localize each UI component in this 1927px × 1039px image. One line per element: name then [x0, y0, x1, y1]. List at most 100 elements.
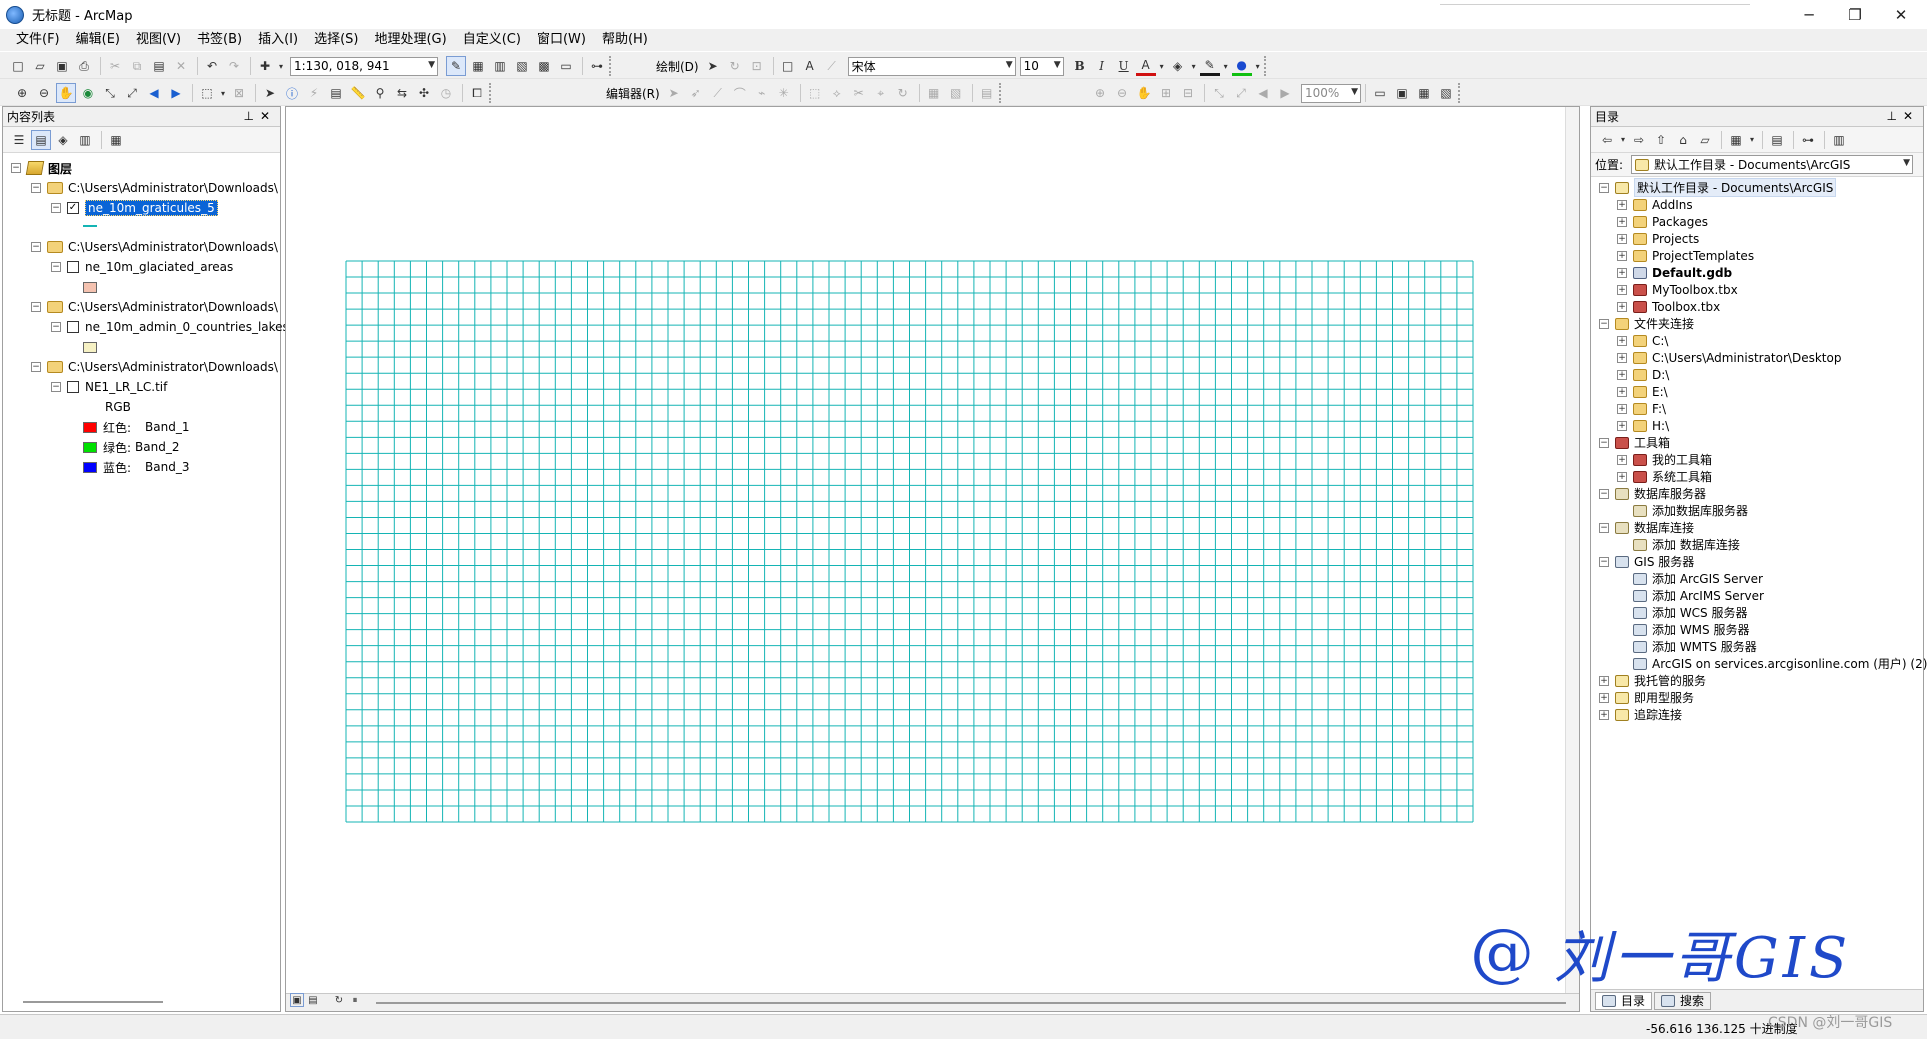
pause-drawing-icon[interactable]: ⏸	[348, 993, 362, 1007]
line-color-icon[interactable]: ✎	[1199, 56, 1220, 76]
print-icon[interactable]: ⎙	[74, 56, 94, 76]
marker-color-icon[interactable]: ●	[1231, 56, 1252, 76]
collapse-icon[interactable]: −	[31, 242, 41, 252]
graticule-layer[interactable]	[286, 107, 1566, 995]
underline-button[interactable]: U	[1114, 56, 1134, 76]
catalog-tree-item[interactable]: 添加 ArcIMS Server	[1617, 587, 1764, 604]
toc-source-row[interactable]: − C:\Users\Administrator\Downloads\	[31, 238, 278, 256]
tab-search[interactable]: 搜索	[1654, 991, 1712, 1010]
toc-symbol-row[interactable]	[83, 338, 103, 356]
menu-selection[interactable]: 选择(S)	[306, 29, 366, 51]
close-button[interactable]: ✕	[1878, 0, 1924, 29]
layer-name[interactable]: ne_10m_glaciated_areas	[85, 260, 233, 274]
expand-icon[interactable]: +	[1617, 369, 1627, 380]
panel-close-icon[interactable]: ✕	[1903, 109, 1919, 123]
full-extent-icon[interactable]: ◉	[78, 83, 98, 103]
menu-windows[interactable]: 窗口(W)	[529, 29, 594, 51]
expand-icon[interactable]: +	[1617, 233, 1627, 244]
list-by-drawing-order-icon[interactable]: ☰	[9, 130, 29, 150]
data-view-button[interactable]: ▣	[290, 993, 304, 1007]
toc-options-icon[interactable]: ▦	[106, 130, 126, 150]
layer-visibility-checkbox[interactable]	[67, 381, 79, 393]
views-icon[interactable]: ▦	[1726, 130, 1746, 150]
menu-help[interactable]: 帮助(H)	[594, 29, 656, 51]
layout-zoom-out-icon[interactable]: ⊖	[1112, 83, 1132, 103]
pin-icon[interactable]: ⊥	[243, 109, 259, 123]
font-color-icon[interactable]: A	[1135, 56, 1156, 76]
go-to-xy-icon[interactable]: ✣	[414, 83, 434, 103]
layer-name[interactable]: ne_10m_admin_0_countries_lakes	[85, 320, 289, 334]
expand-icon[interactable]: +	[1617, 284, 1627, 295]
time-slider-icon[interactable]: ◷	[436, 83, 456, 103]
copy-icon[interactable]: ⧉	[127, 56, 147, 76]
select-elements-icon[interactable]: ➤	[703, 56, 723, 76]
band-row[interactable]: 蓝色: Band_3	[83, 458, 190, 476]
editor-toolbar-toggle-icon[interactable]: ✎	[446, 56, 466, 76]
list-by-source-icon[interactable]: ▤	[31, 129, 51, 150]
catalog-tree-item[interactable]: + Projects	[1617, 230, 1699, 247]
expand-icon[interactable]: +	[1617, 420, 1627, 431]
sketch-properties-icon[interactable]: ▧	[946, 83, 966, 103]
catalog-tree-item[interactable]: + Packages	[1617, 213, 1708, 230]
catalog-tree-item[interactable]: + 追踪连接	[1599, 706, 1682, 723]
pan-icon[interactable]: ✋	[56, 83, 76, 103]
expand-icon[interactable]: +	[1617, 267, 1627, 278]
fixed-layout-zoom-out-icon[interactable]: ⤢	[1231, 83, 1251, 103]
up-one-level-icon[interactable]: ⇧	[1651, 130, 1671, 150]
expand-icon[interactable]: +	[1617, 386, 1627, 397]
catalog-tree-item[interactable]: ArcGIS on services.arcgisonline.com (用户)…	[1617, 655, 1927, 672]
toc-source-row[interactable]: − C:\Users\Administrator\Downloads\	[31, 298, 278, 316]
collapse-icon[interactable]: −	[31, 362, 41, 372]
paste-icon[interactable]: ▤	[149, 56, 169, 76]
catalog-tree-item[interactable]: + D:\	[1617, 366, 1669, 383]
band-row[interactable]: 红色: Band_1	[83, 418, 190, 436]
endpoint-arc-icon[interactable]: ⌒	[730, 83, 750, 103]
catalog-tree-item[interactable]: + C:\	[1617, 332, 1668, 349]
collapse-icon[interactable]: −	[31, 183, 41, 193]
expand-icon[interactable]: +	[1599, 692, 1609, 703]
toc-source-row[interactable]: − C:\Users\Administrator\Downloads\	[31, 358, 278, 376]
map-scale-combo[interactable]: 1:130, 018, 941 ▼	[290, 56, 438, 76]
restore-button[interactable]: ❐	[1832, 0, 1878, 29]
catalog-tree-item[interactable]: 添加 ArcGIS Server	[1617, 570, 1763, 587]
html-popup-icon[interactable]: ▤	[326, 83, 346, 103]
list-by-selection-icon[interactable]: ▥	[75, 130, 95, 150]
catalog-tree-item[interactable]: 添加 WMS 服务器	[1617, 621, 1749, 638]
expand-icon[interactable]: +	[1617, 471, 1627, 482]
layout-view-button[interactable]: ▤	[306, 993, 320, 1007]
find-route-icon[interactable]: ⇆	[392, 83, 412, 103]
catalog-tree-item[interactable]: + ProjectTemplates	[1617, 247, 1754, 264]
expand-icon[interactable]: +	[1599, 709, 1609, 720]
menu-view[interactable]: 视图(V)	[128, 29, 189, 51]
draw-menu[interactable]: 绘制(D)	[656, 58, 699, 75]
collapse-icon[interactable]: −	[1599, 556, 1609, 567]
cut-polygons-icon[interactable]: ✂	[849, 83, 869, 103]
layer-name[interactable]: NE1_LR_LC.tif	[85, 380, 167, 394]
catalog-tree-item[interactable]: + 即用型服务	[1599, 689, 1694, 706]
collapse-icon[interactable]: −	[51, 262, 61, 272]
find-icon[interactable]: ⚲	[370, 83, 390, 103]
edit-annotation-icon[interactable]: ➶	[686, 83, 706, 103]
toolbar-grip[interactable]	[998, 83, 1005, 103]
layout-zoom-in-icon[interactable]: ⊕	[1090, 83, 1110, 103]
modelbuilder-icon[interactable]: ⊶	[587, 56, 607, 76]
layer-name[interactable]: ne_10m_graticules_5	[85, 200, 218, 216]
toggle-draft-mode-icon[interactable]: ▭	[1370, 83, 1390, 103]
font-size-combo[interactable]: 10 ▼	[1019, 56, 1064, 76]
toolbar-grip[interactable]	[1263, 56, 1270, 76]
back-dropdown-icon[interactable]: ▾	[1619, 130, 1627, 150]
edit-vertices-icon[interactable]: ⟋	[822, 56, 842, 76]
catalog-tree-item[interactable]: + MyToolbox.tbx	[1617, 281, 1738, 298]
rectangle-icon[interactable]: □	[778, 56, 798, 76]
toc-layer-row[interactable]: − ✓ ne_10m_graticules_5	[51, 199, 218, 217]
font-color-dropdown-icon[interactable]: ▾	[1158, 56, 1166, 76]
zoom-out-icon[interactable]: ⊖	[34, 83, 54, 103]
delete-icon[interactable]: ✕	[171, 56, 191, 76]
toc-symbol-row[interactable]	[83, 217, 97, 235]
map-display[interactable]: ▣ ▤ ↻ ⏸	[285, 106, 1580, 1012]
forward-icon[interactable]: ⇨	[1629, 130, 1649, 150]
redo-icon[interactable]: ↷	[224, 56, 244, 76]
data-driven-pages-icon[interactable]: ▧	[1436, 83, 1456, 103]
python-window-icon[interactable]: ▭	[556, 56, 576, 76]
editor-menu[interactable]: 编辑器(R)	[606, 85, 660, 102]
